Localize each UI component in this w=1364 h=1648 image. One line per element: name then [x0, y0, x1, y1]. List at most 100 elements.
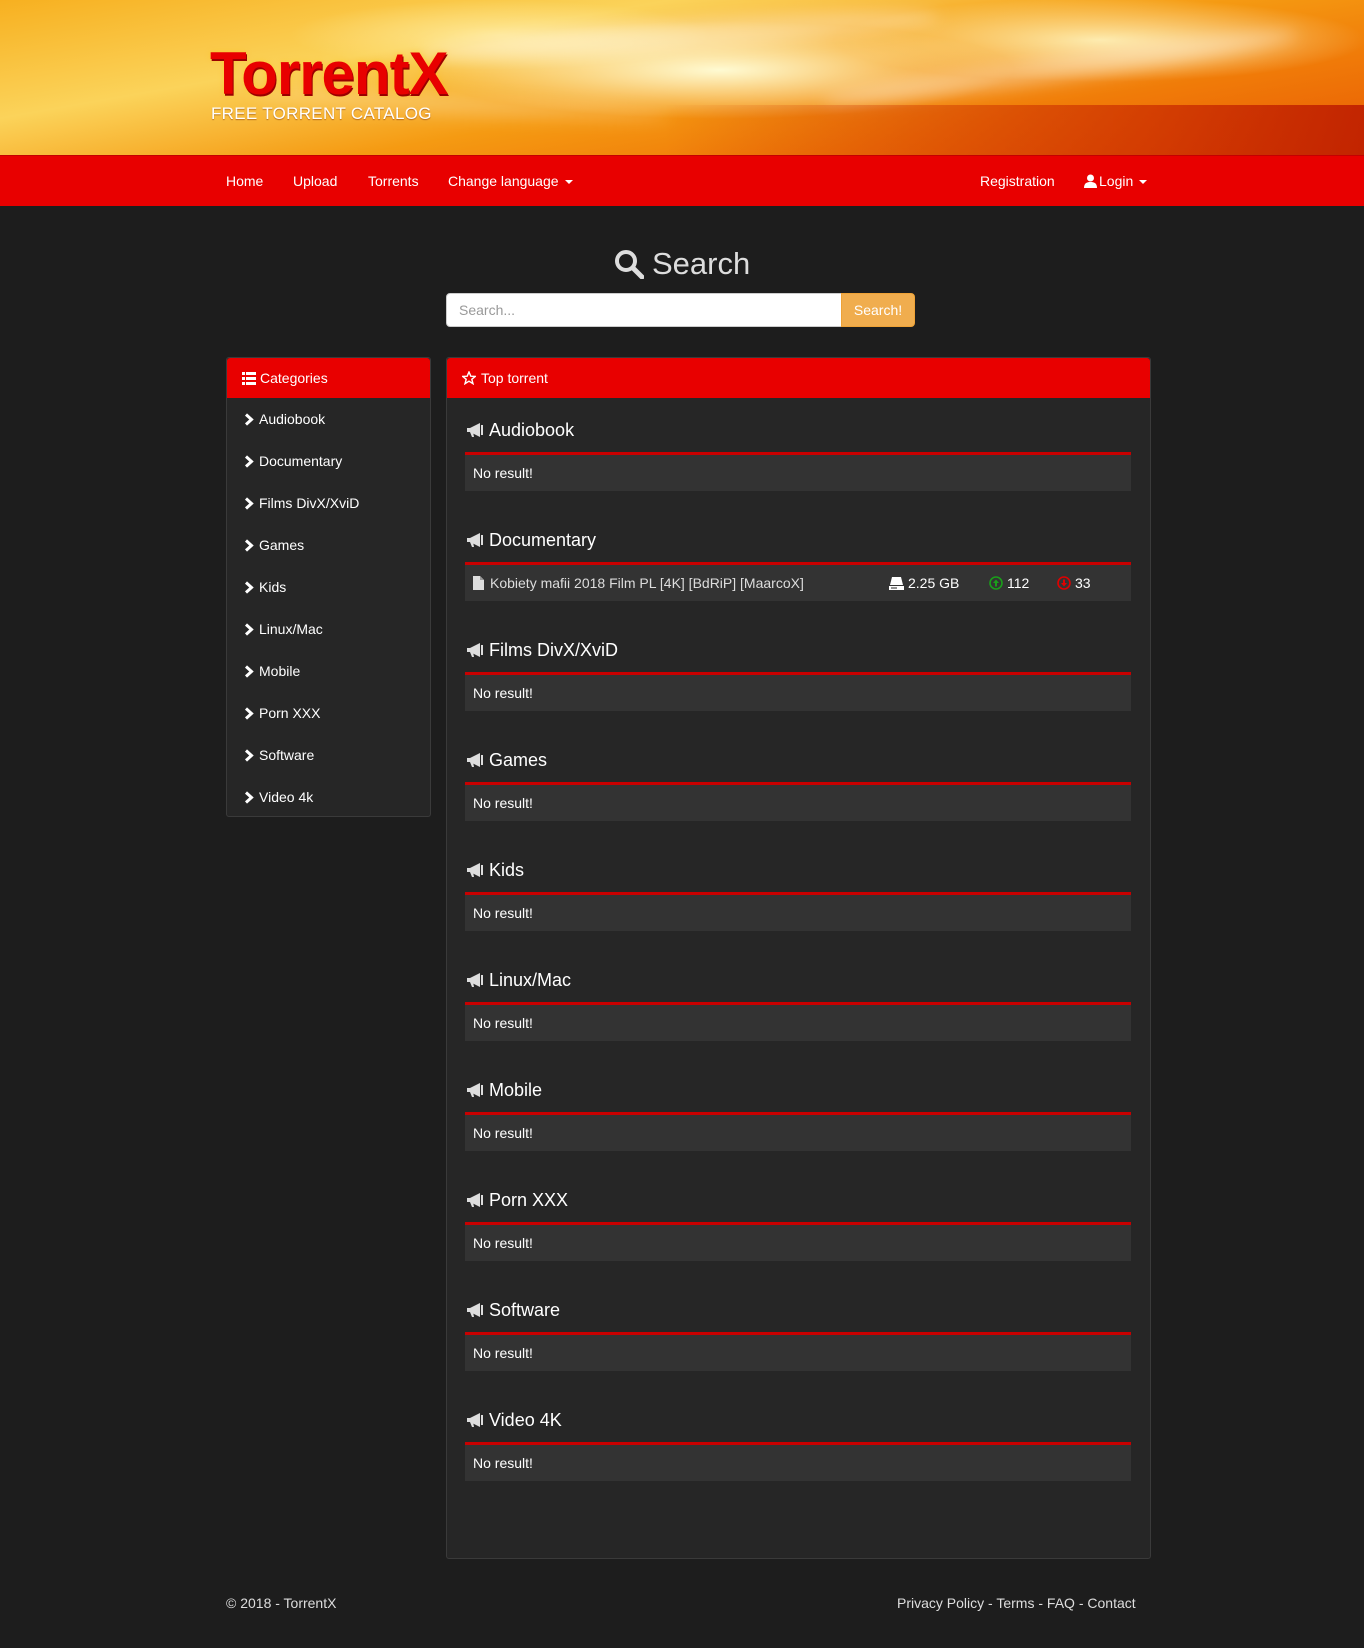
section-title: Mobile	[465, 1078, 542, 1102]
chevron-right-icon	[244, 748, 254, 762]
star-icon	[462, 371, 476, 385]
category-label: Games	[259, 537, 305, 553]
no-result-box: No result!	[465, 1002, 1131, 1041]
category-item[interactable]: Documentary	[227, 440, 430, 482]
megaphone-icon	[465, 532, 485, 548]
footer-copyright: © 2018 - TorrentX	[226, 1595, 337, 1611]
footer-link[interactable]: FAQ	[1047, 1595, 1075, 1611]
section-title-label: Films DivX/XviD	[489, 639, 618, 660]
chevron-right-icon	[244, 706, 254, 720]
chevron-right-icon	[244, 454, 254, 468]
chevron-right-icon	[244, 412, 254, 426]
category-item[interactable]: Software	[227, 734, 430, 776]
torrent-name: Kobiety mafii 2018 Film PL [4K] [BdRiP] …	[490, 575, 804, 591]
torrent-row: Kobiety mafii 2018 Film PL [4K] [BdRiP] …	[465, 562, 1131, 601]
list-icon	[242, 371, 256, 385]
nav-upload[interactable]: Upload	[293, 156, 337, 207]
search-heading: Search	[614, 244, 750, 284]
section-title-label: Documentary	[489, 529, 597, 550]
file-icon	[473, 576, 484, 590]
nav-home[interactable]: Home	[226, 156, 263, 207]
arrow-up-circle-icon	[989, 576, 1003, 590]
no-result-text: No result!	[473, 685, 533, 701]
category-item[interactable]: Linux/Mac	[227, 608, 430, 650]
no-result-text: No result!	[473, 1125, 533, 1141]
no-result-box: No result!	[465, 452, 1131, 491]
section-title: Audiobook	[465, 418, 574, 442]
section-title-label: Kids	[489, 859, 525, 880]
search-button[interactable]: Search!	[841, 293, 915, 327]
nav-login[interactable]: Login	[1084, 156, 1148, 207]
category-item[interactable]: Video 4k	[227, 776, 430, 818]
categories-panel: Categories Audiobook Documentary Films Div…	[226, 357, 431, 817]
caret-down-icon	[1139, 180, 1148, 185]
nav-change-language[interactable]: Change language	[448, 156, 573, 207]
torrent-link[interactable]: Kobiety mafii 2018 Film PL [4K] [BdRiP] …	[473, 575, 804, 591]
search-heading-label: Search	[652, 246, 751, 281]
chevron-right-icon	[244, 538, 254, 552]
main-navbar: Home Upload Torrents Change language Reg…	[0, 155, 1364, 206]
torrent-seeders-value: 112	[1007, 575, 1030, 591]
nav-registration[interactable]: Registration	[980, 156, 1055, 207]
category-item[interactable]: Porn XXX	[227, 692, 430, 734]
footer-link[interactable]: Privacy Policy	[897, 1595, 984, 1611]
no-result-box: No result!	[465, 1222, 1131, 1261]
search-input[interactable]	[446, 293, 842, 327]
user-icon	[1084, 174, 1097, 188]
category-item[interactable]: Audiobook	[227, 398, 430, 440]
header-banner: TorrentX FREE TORRENT CATALOG	[0, 0, 1364, 155]
footer-links: Privacy Policy - Terms - FAQ - Contact	[897, 1595, 1136, 1611]
no-result-text: No result!	[473, 1015, 533, 1031]
categories-header: Categories	[227, 358, 430, 398]
footer-separator: -	[984, 1595, 997, 1611]
category-label: Films DivX/XviD	[259, 495, 360, 511]
no-result-box: No result!	[465, 892, 1131, 931]
chevron-right-icon	[244, 580, 254, 594]
site-logo[interactable]: TorrentX	[210, 44, 449, 104]
torrent-size: 2.25 GB	[889, 575, 959, 591]
no-result-box: No result!	[465, 782, 1131, 821]
category-item[interactable]: Mobile	[227, 650, 430, 692]
no-result-box: No result!	[465, 672, 1131, 711]
chevron-right-icon	[244, 790, 254, 804]
nav-torrents[interactable]: Torrents	[368, 156, 419, 207]
megaphone-icon	[465, 862, 485, 878]
category-item[interactable]: Games	[227, 524, 430, 566]
categories-title: Categories	[260, 370, 328, 386]
site-tagline: FREE TORRENT CATALOG	[211, 104, 432, 123]
no-result-text: No result!	[473, 1455, 533, 1471]
no-result-text: No result!	[473, 1345, 533, 1361]
category-label: Porn XXX	[259, 705, 321, 721]
nav-login-label: Login	[1099, 173, 1134, 189]
torrent-seeders: 112	[989, 575, 1029, 591]
category-label: Software	[259, 747, 315, 763]
megaphone-icon	[465, 1192, 485, 1208]
torrent-leechers-value: 33	[1075, 575, 1091, 591]
torrent-size-value: 2.25 GB	[908, 575, 960, 591]
section-title: Software	[465, 1298, 560, 1322]
megaphone-icon	[465, 1082, 485, 1098]
category-item[interactable]: Kids	[227, 566, 430, 608]
section-title-label: Linux/Mac	[489, 969, 572, 990]
section-title: Documentary	[465, 528, 596, 552]
top-torrent-panel: Top torrent Audiobook No result! Documenta…	[446, 357, 1151, 1559]
category-label: Video 4k	[259, 789, 314, 805]
section-title: Games	[465, 748, 547, 772]
category-label: Documentary	[259, 453, 343, 469]
megaphone-icon	[465, 752, 485, 768]
section-title: Kids	[465, 858, 524, 882]
hdd-icon	[889, 576, 904, 590]
footer-link[interactable]: Terms	[996, 1595, 1034, 1611]
section-title-label: Porn XXX	[489, 1189, 569, 1210]
footer-link[interactable]: Contact	[1087, 1595, 1135, 1611]
megaphone-icon	[465, 1412, 485, 1428]
arrow-down-circle-icon	[1057, 576, 1071, 590]
category-item[interactable]: Films DivX/XviD	[227, 482, 430, 524]
top-torrent-title: Top torrent	[481, 370, 548, 386]
section-title-label: Software	[489, 1299, 561, 1320]
no-result-text: No result!	[473, 905, 533, 921]
category-label: Mobile	[259, 663, 301, 679]
section-title-label: Audiobook	[489, 419, 575, 440]
megaphone-icon	[465, 642, 485, 658]
footer-separator: -	[1034, 1595, 1047, 1611]
